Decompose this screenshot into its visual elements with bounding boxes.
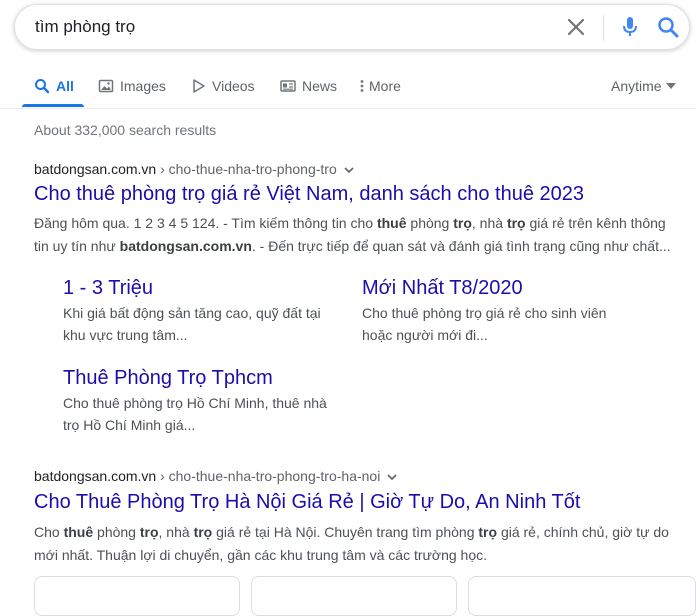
snippet-bold: trọ [139,524,159,540]
sitelink-line: hoặc người mới đi... [362,327,488,343]
tab-images[interactable]: Images [98,78,166,94]
snippet-text: mới nhất. Thuận lợi di chuyển, gần các k… [34,547,487,563]
snippet-text: , nhà [471,215,507,231]
search-divider [603,15,604,41]
tab-images-label: Images [120,78,166,94]
mic-icon[interactable] [620,16,640,38]
snippet-text: giá rẻ trên kênh thông [525,215,666,231]
tab-news-label: News [302,78,338,94]
result-domain: batdongsan.com.vn [34,468,157,484]
sitelink-line: Cho thuê phòng trọ Hồ Chí Minh, thuê nhà [63,395,327,411]
more-vert-icon [360,80,364,92]
snippet-text: phòng [93,524,140,540]
search-tabs: All Images Videos News More Anytime [0,70,696,109]
tab-more[interactable]: More [360,78,401,94]
result-title-link[interactable]: Cho thuê phòng trọ giá rẻ Việt Nam, danh… [34,183,584,206]
result-snippet: Cho thuê phòng trọ, nhà trọ giá rẻ tại H… [34,521,694,567]
result-cite[interactable]: batdongsan.com.vn › cho-thue-nha-tro-pho… [34,468,397,484]
active-tab-indicator [22,104,84,107]
anytime-label: Anytime [611,78,662,94]
tab-videos[interactable]: Videos [192,78,255,94]
result-domain: batdongsan.com.vn [34,161,157,177]
tab-all[interactable]: All [34,78,74,94]
sitelink-description: Cho thuê phòng trọ giá rẻ cho sinh viên … [362,302,652,346]
result-card[interactable] [251,576,457,616]
search-icon[interactable] [657,16,679,38]
play-icon [193,79,205,93]
result-title-link[interactable]: Cho Thuê Phòng Trọ Hà Nội Giá Rẻ | Giờ T… [34,491,580,514]
result-stats: About 332,000 search results [34,122,217,138]
snippet-text: tin uy tín như [34,238,120,254]
snippet-bold: trọ [453,215,472,231]
anytime-dropdown[interactable]: Anytime [611,78,676,94]
tab-all-label: All [56,78,74,94]
snippet-text: giá rẻ tại Hà Nội. Chuyên trang tìm phòn… [212,524,479,540]
result-snippet: Đăng hôm qua. 1 2 3 4 5 124. - Tìm kiếm … [34,212,694,258]
tab-news[interactable]: News [280,78,337,94]
snippet-bold: batdongsan.com.vn [119,238,252,254]
sitelink-title[interactable]: Mới Nhất T8/2020 [362,277,523,300]
sitelink-title[interactable]: 1 - 3 Triệu [63,277,153,300]
snippet-text: phòng [406,215,454,231]
snippet-bold: thuê [376,215,407,231]
sitelink-title[interactable]: Thuê Phòng Trọ Tphcm [63,367,273,390]
sitelink-line: Cho thuê phòng trọ giá rẻ cho sinh viên [362,305,607,321]
tab-videos-label: Videos [212,78,255,94]
snippet-text: giá rẻ, chính chủ, giờ tự do [497,524,669,540]
snippet-bold: trọ [506,215,526,231]
tab-more-label: More [369,78,401,94]
image-icon [98,79,114,93]
caret-down-icon [665,83,676,89]
search-icon [35,79,50,94]
sitelink-line: trọ Hồ Chí Minh giá... [63,417,196,433]
snippet-text: Đăng hôm qua. 1 2 3 4 5 124. - Tìm kiếm … [34,215,377,231]
clear-icon[interactable] [566,17,586,37]
result-card[interactable] [34,576,240,616]
snippet-text: Cho [34,524,64,540]
sitelink-description: Cho thuê phòng trọ Hồ Chí Minh, thuê nhà… [63,392,353,436]
snippet-bold: thuê [63,524,94,540]
chevron-down-icon[interactable] [344,166,354,174]
snippet-bold: trọ [193,524,213,540]
chevron-down-icon[interactable] [387,473,397,481]
news-icon [280,80,296,92]
sitelink-line: Khi giá bất động sản tăng cao, quỹ đất t… [63,305,321,321]
snippet-text: , nhà [158,524,194,540]
sitelink-line: khu vực trung tâm... [63,327,188,343]
snippet-text: . - Đến trực tiếp để quan sát và đánh gi… [251,238,671,254]
result-cite[interactable]: batdongsan.com.vn › cho-thue-nha-tro-pho… [34,161,354,177]
snippet-bold: trọ [478,524,498,540]
result-path: › cho-thue-nha-tro-phong-tro [156,161,337,177]
result-path: › cho-thue-nha-tro-phong-tro-ha-noi [156,468,381,484]
result-card[interactable] [468,576,696,616]
sitelink-description: Khi giá bất động sản tăng cao, quỹ đất t… [63,302,353,346]
search-input[interactable]: tìm phòng trọ [35,17,135,37]
search-bar[interactable]: tìm phòng trọ [14,4,690,50]
